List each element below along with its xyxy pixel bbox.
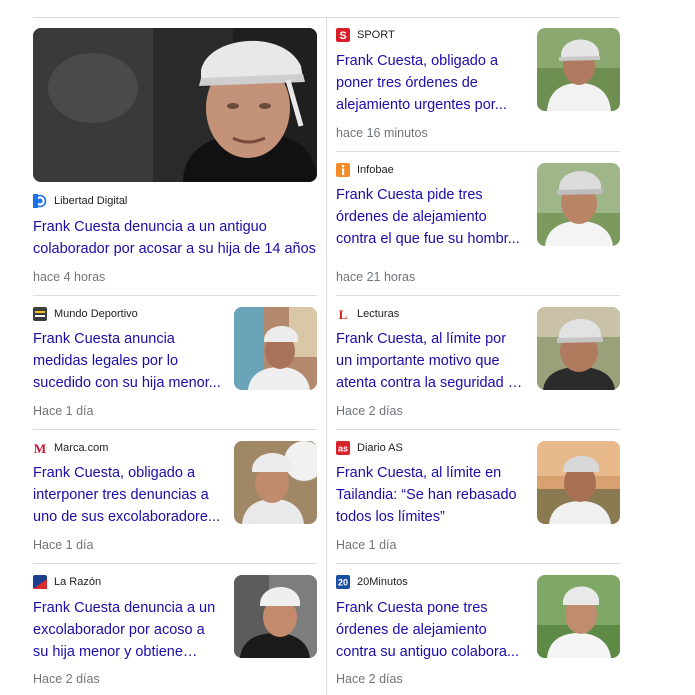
marca-logo-icon: M: [33, 441, 47, 455]
source-row: 20 20Minutos: [336, 575, 408, 589]
divider: [336, 429, 620, 430]
frank-cuesta-large-photo[interactable]: [33, 28, 317, 182]
svg-text:S: S: [339, 30, 346, 42]
source-name: Infobae: [357, 164, 394, 176]
frank-cuesta-thumbnail[interactable]: [537, 441, 620, 524]
column-divider: [326, 18, 327, 695]
source-name: Marca.com: [54, 442, 109, 454]
mundo-deportivo-logo-icon: [33, 307, 47, 321]
diario-as-logo-icon: as: [336, 441, 350, 455]
headline-link[interactable]: Frank Cuesta denuncia a un excolaborador…: [33, 597, 221, 663]
divider: [336, 563, 620, 564]
timestamp: Hace 2 días: [336, 404, 403, 418]
source-name: 20Minutos: [357, 576, 408, 588]
svg-text:as: as: [338, 444, 348, 454]
headline-link[interactable]: Frank Cuesta, obligado a poner tres órde…: [336, 50, 524, 116]
frank-cuesta-thumbnail[interactable]: [537, 307, 620, 390]
la-razon-logo-icon: [33, 575, 47, 589]
headline-link[interactable]: Frank Cuesta, obligado a interponer tres…: [33, 462, 221, 528]
source-row: Mundo Deportivo: [33, 307, 138, 321]
timestamp: hace 4 horas: [33, 270, 106, 284]
source-row: Infobae: [336, 163, 394, 177]
timestamp: Hace 1 día: [336, 538, 397, 552]
source-name: Mundo Deportivo: [54, 308, 138, 320]
frank-cuesta-thumbnail[interactable]: [234, 441, 317, 524]
frank-cuesta-thumbnail[interactable]: [537, 575, 620, 658]
svg-text:20: 20: [338, 578, 348, 588]
headline-link[interactable]: Frank Cuesta pone tres órdenes de alejam…: [336, 597, 524, 663]
timestamp: Hace 1 día: [33, 538, 94, 552]
source-row: S SPORT: [336, 28, 395, 42]
sport-logo-icon: S: [336, 28, 350, 42]
source-name: Diario AS: [357, 442, 403, 454]
frank-cuesta-thumbnail[interactable]: [234, 575, 317, 658]
headline-link[interactable]: Frank Cuesta, al límite por un important…: [336, 328, 524, 394]
source-row: as Diario AS: [336, 441, 403, 455]
headline-link[interactable]: Frank Cuesta pide tres órdenes de alejam…: [336, 184, 524, 250]
source-row: La Razón: [33, 575, 101, 589]
divider: [336, 295, 620, 296]
frank-cuesta-thumbnail[interactable]: [537, 28, 620, 111]
headline-link[interactable]: Frank Cuesta, al límite en Tailandia: “S…: [336, 462, 524, 528]
divider: [33, 429, 317, 430]
svg-text:L: L: [339, 307, 348, 321]
headline-link[interactable]: Frank Cuesta denuncia a un antiguo colab…: [33, 216, 323, 260]
timestamp: Hace 2 días: [336, 672, 403, 686]
frank-cuesta-thumbnail[interactable]: [234, 307, 317, 390]
timestamp: Hace 2 días: [33, 672, 100, 686]
lecturas-logo-icon: L: [336, 307, 350, 321]
source-row: L Lecturas: [336, 307, 399, 321]
source-name: Libertad Digital: [54, 195, 128, 207]
timestamp: Hace 1 día: [33, 404, 94, 418]
divider: [33, 563, 317, 564]
source-name: Lecturas: [357, 308, 400, 320]
headline-link[interactable]: Frank Cuesta anuncia medidas legales por…: [33, 328, 221, 394]
libertad-digital-logo-icon: [33, 194, 47, 208]
divider: [33, 295, 317, 296]
timestamp: hace 21 horas: [336, 270, 416, 284]
source-name: SPORT: [357, 29, 395, 41]
divider: [336, 151, 620, 152]
frank-cuesta-thumbnail[interactable]: [537, 163, 620, 246]
source-row: Libertad Digital: [33, 194, 127, 208]
infobae-logo-icon: [336, 163, 350, 177]
source-name: La Razón: [54, 576, 102, 588]
20minutos-logo-icon: 20: [336, 575, 350, 589]
source-row: M Marca.com: [33, 441, 108, 455]
svg-text:M: M: [34, 441, 46, 455]
timestamp: hace 16 minutos: [336, 126, 428, 140]
